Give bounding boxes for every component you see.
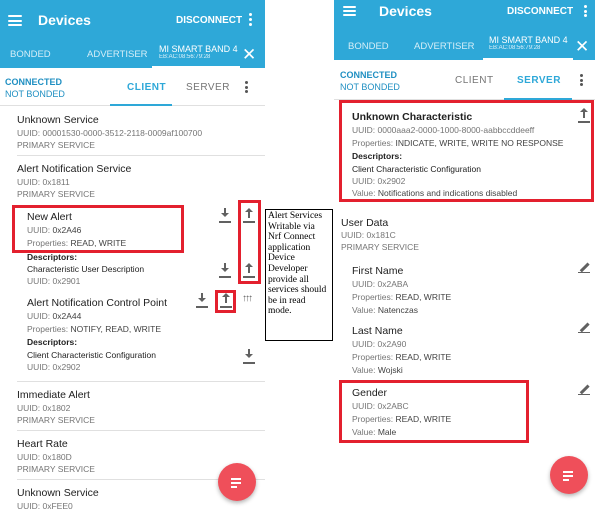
service-uuid: UUID: 00001530-0000-3512-2118-0009af1007… bbox=[17, 128, 203, 138]
tab-advertiser[interactable]: ADVERTISER bbox=[414, 41, 475, 52]
menu-icon[interactable] bbox=[8, 15, 22, 26]
bond-status: NOT BONDED bbox=[5, 89, 65, 99]
service-uuid: UUID: 0x181C bbox=[341, 230, 396, 240]
menu-icon[interactable] bbox=[343, 6, 356, 16]
download-icon[interactable] bbox=[196, 293, 208, 308]
close-icon[interactable]: ✕ bbox=[242, 46, 256, 63]
fab-button[interactable] bbox=[550, 456, 588, 494]
highlight-box bbox=[215, 290, 236, 313]
service-name[interactable]: User Data bbox=[341, 217, 388, 229]
annotation-note: Alert Services Writable via Nrf Connect … bbox=[265, 209, 333, 341]
connection-status: CONNECTED bbox=[5, 77, 63, 87]
divider bbox=[17, 430, 265, 431]
download-icon[interactable] bbox=[243, 349, 255, 364]
characteristic-name[interactable]: First Name bbox=[352, 265, 403, 277]
download-icon[interactable] bbox=[219, 208, 231, 223]
download-icon[interactable] bbox=[219, 263, 231, 278]
tab-client[interactable]: CLIENT bbox=[127, 82, 166, 93]
characteristic-value: Value: Natenczas bbox=[352, 305, 419, 315]
more-vert-icon[interactable] bbox=[248, 13, 252, 26]
tab-advertiser[interactable]: ADVERTISER bbox=[87, 49, 148, 60]
descriptor-name: Characteristic User Description bbox=[27, 264, 145, 274]
descriptor-uuid: UUID: 0x2901 bbox=[27, 276, 81, 286]
service-uuid: UUID: 0x180D bbox=[17, 452, 72, 462]
device-mac: EB:AC:08:56:79:28 bbox=[489, 45, 541, 51]
disconnect-button[interactable]: DISCONNECT bbox=[507, 6, 573, 17]
tab-server[interactable]: SERVER bbox=[517, 75, 561, 86]
divider bbox=[17, 155, 265, 156]
service-name[interactable]: Alert Notification Service bbox=[17, 163, 131, 175]
tab-device[interactable]: MI SMART BAND 4 EB:AC:08:56:79:28 bbox=[159, 44, 238, 60]
tab-device[interactable]: MI SMART BAND 4 EB:AC:08:56:79:28 bbox=[489, 35, 568, 51]
tab-server[interactable]: SERVER bbox=[186, 82, 230, 93]
highlight-box bbox=[339, 100, 594, 202]
service-name[interactable]: Unknown Service bbox=[17, 487, 99, 499]
right-phone-screen: Devices DISCONNECT BONDED ADVERTISER MI … bbox=[334, 0, 595, 513]
close-icon[interactable]: ✕ bbox=[575, 38, 589, 55]
pencil-icon[interactable] bbox=[578, 383, 590, 395]
service-name[interactable]: Unknown Service bbox=[17, 114, 99, 126]
pencil-icon[interactable] bbox=[578, 261, 590, 273]
descriptors-label: Descriptors: bbox=[27, 337, 78, 347]
device-name: MI SMART BAND 4 bbox=[159, 44, 238, 54]
characteristic-properties: Properties: READ, WRITE bbox=[352, 292, 452, 302]
service-uuid: UUID: 0xFEE0 bbox=[17, 501, 73, 511]
more-vert-icon[interactable] bbox=[583, 5, 587, 17]
characteristic-properties: Properties: NOTIFY, READ, WRITE bbox=[27, 324, 161, 334]
characteristic-value: Value: Wojski bbox=[352, 365, 403, 375]
disconnect-button[interactable]: DISCONNECT bbox=[176, 15, 242, 26]
app-title: Devices bbox=[379, 3, 432, 19]
service-type: PRIMARY SERVICE bbox=[17, 415, 95, 425]
characteristic-name[interactable]: Last Name bbox=[352, 325, 403, 337]
characteristic-uuid: UUID: 0x2A90 bbox=[352, 339, 407, 349]
descriptor-name: Client Characteristic Configuration bbox=[27, 350, 156, 360]
app-bar: Devices DISCONNECT BONDED ADVERTISER MI … bbox=[334, 0, 595, 68]
app-title: Devices bbox=[38, 12, 91, 28]
multi-upload-icon[interactable]: ↑↑↑ bbox=[242, 293, 253, 304]
tab-bonded[interactable]: BONDED bbox=[10, 49, 51, 60]
fab-button[interactable] bbox=[218, 463, 256, 501]
device-name: MI SMART BAND 4 bbox=[489, 35, 568, 45]
connection-bar: CONNECTED NOT BONDED CLIENT SERVER bbox=[0, 68, 265, 106]
service-uuid: UUID: 0x1811 bbox=[17, 177, 70, 187]
more-vert-icon[interactable] bbox=[579, 74, 583, 86]
characteristic-uuid: UUID: 0x2A44 bbox=[27, 311, 82, 321]
highlight-box bbox=[12, 205, 184, 253]
pencil-icon[interactable] bbox=[578, 321, 590, 333]
service-uuid: UUID: 0x1802 bbox=[17, 403, 71, 413]
characteristic-uuid: UUID: 0x2ABA bbox=[352, 279, 409, 289]
connection-status: CONNECTED bbox=[340, 70, 398, 80]
highlight-box bbox=[339, 380, 529, 443]
bond-status: NOT BONDED bbox=[340, 82, 400, 92]
connection-bar: CONNECTED NOT BONDED CLIENT SERVER bbox=[334, 60, 595, 100]
service-type: PRIMARY SERVICE bbox=[17, 189, 95, 199]
characteristic-properties: Properties: READ, WRITE bbox=[352, 352, 452, 362]
tab-indicator bbox=[110, 104, 172, 106]
left-phone-screen: Devices DISCONNECT BONDED ADVERTISER MI … bbox=[0, 0, 265, 513]
tab-bonded[interactable]: BONDED bbox=[348, 41, 389, 52]
device-mac: EB:AC:08:56:79:28 bbox=[159, 54, 211, 60]
service-name[interactable]: Heart Rate bbox=[17, 438, 68, 450]
characteristic-name[interactable]: Alert Notification Control Point bbox=[27, 297, 167, 309]
service-type: PRIMARY SERVICE bbox=[17, 464, 95, 474]
divider bbox=[17, 381, 265, 382]
service-type: PRIMARY SERVICE bbox=[17, 140, 95, 150]
app-bar: Devices DISCONNECT BONDED ADVERTISER MI … bbox=[0, 0, 265, 68]
more-vert-icon[interactable] bbox=[244, 81, 248, 93]
tab-client[interactable]: CLIENT bbox=[455, 75, 494, 86]
service-name[interactable]: Immediate Alert bbox=[17, 389, 90, 401]
highlight-box bbox=[238, 200, 261, 284]
descriptors-label: Descriptors: bbox=[27, 252, 78, 262]
service-type: PRIMARY SERVICE bbox=[341, 242, 419, 252]
descriptor-uuid: UUID: 0x2902 bbox=[27, 362, 81, 372]
